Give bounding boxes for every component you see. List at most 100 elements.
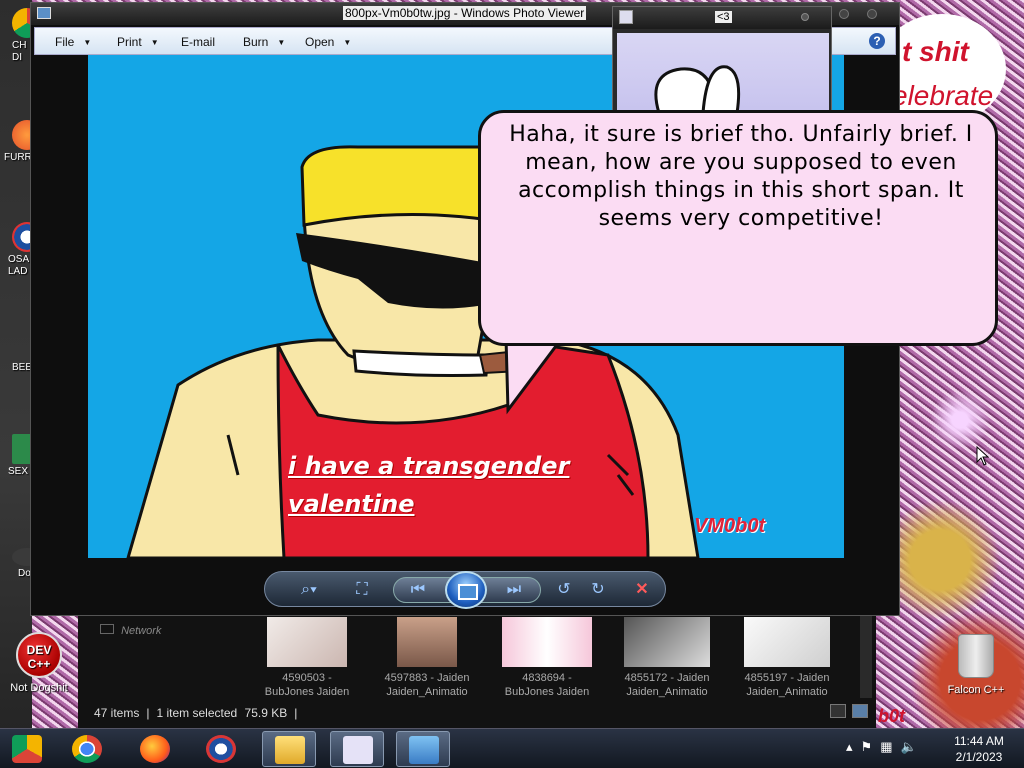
menu-email[interactable]: E-mail [181,35,215,49]
view-switcher [830,704,868,718]
dev-logo-line-2: C++ [27,657,51,671]
delete-icon[interactable]: ✕ [631,579,653,601]
thumbnail-name: 4838694 - [522,672,572,684]
thumbnail-name: 4590503 - [282,672,332,684]
desktop-icon-osa[interactable]: OSA LAD [0,222,32,278]
desktop-icon-dev-cpp[interactable]: DEV C++ Not Dogshit [0,628,78,694]
dev-logo-line-1: DEV [26,643,52,657]
chevron-down-icon: ▼ [277,38,286,47]
rotate-cw-icon[interactable]: ↻ [587,579,609,601]
thumbnail-image [744,617,830,667]
folder-icon [275,736,305,764]
status-item-count: 47 items [94,706,140,720]
file-thumbnail[interactable]: 4855172 - Jaiden Jaiden_Animatio [612,617,722,699]
chevron-down-icon: ▼ [83,38,92,47]
thumbnail-name: Jaiden_Animatio [626,686,708,698]
chat-titlebar[interactable]: <3 [613,7,831,29]
status-selected: 1 item selected [156,706,238,720]
status-size: 75.9 KB [244,706,288,720]
taskbar-bunny-chat[interactable] [330,731,384,767]
desktop-icon-label: OSA LAD [8,254,30,277]
photo-viewer-icon [409,736,439,764]
menu-label: E-mail [181,35,216,49]
network-status-icon[interactable]: ▦ [880,739,892,755]
volume-icon[interactable]: 🔈 [900,739,916,755]
menu-print[interactable]: Print ▼ [117,35,159,49]
chevron-down-icon: ▼ [343,38,352,47]
minimize-icon[interactable] [839,9,849,19]
chat-window: <3 [612,6,832,115]
clock-time: 11:44 AM [954,734,1004,748]
desktop-icon-sex[interactable]: SEX [0,434,32,477]
clock-date: 2/1/2023 [955,750,1003,764]
next-icon[interactable]: ⏭ [503,579,525,601]
menu-label: Print [117,35,142,49]
taskbar-photo-viewer[interactable] [396,731,450,767]
thumbnail-name: BubJones Jaiden [264,686,350,698]
thumbnail-image [624,617,710,667]
show-hidden-icons-icon[interactable]: ▴ [846,739,853,755]
thumbnail-name: 4855197 - Jaiden [744,672,830,684]
desktop-icon-label: CH DI [12,40,27,63]
thumbnail-name: 4855172 - Jaiden [624,672,710,684]
taskbar-clock[interactable]: 11:44 AM 2/1/2023 [946,733,1012,765]
file-thumbnail[interactable]: 4590503 - BubJones Jaiden [252,617,362,699]
firefox-icon[interactable] [140,735,170,763]
nav-network[interactable]: Network [100,624,161,637]
desktop-icon-label: Falcon C++ [947,684,1005,696]
menu-label: Open [305,35,335,49]
details-view-icon[interactable] [830,704,846,718]
desktop-icon-chrome[interactable]: CH DI [0,8,32,64]
taskbar-file-explorer[interactable] [262,731,316,767]
help-icon[interactable]: ? [869,33,885,49]
chrome-canary-icon[interactable] [12,735,42,763]
speech-bubble: Haha, it sure is brief tho. Unfairly bri… [478,110,998,346]
explorer-status-bar: 47 items | 1 item selected 75.9 KB | [94,706,298,720]
dev-cpp-logo-icon: DEV C++ [16,632,62,678]
thumbnail-view-icon[interactable] [852,704,868,718]
bunny-app-icon [619,10,633,24]
zoom-icon[interactable]: ⌕▾ [291,579,327,601]
menu-burn[interactable]: Burn ▼ [243,35,285,49]
caption-line-1: i have a transgender [288,452,570,480]
speech-bubble-text: Haha, it sure is brief tho. Unfairly bri… [509,122,973,231]
flag-icon[interactable]: ⚑ [861,739,873,755]
obama-logo-icon[interactable] [206,735,236,763]
explorer-window: Network 4590503 - BubJones Jaiden 459788… [78,612,876,728]
explorer-scrollbar[interactable] [860,612,872,698]
desktop-icon-falcon-cpp[interactable]: Falcon C++ [936,630,1016,696]
recycle-bin-icon [958,634,994,678]
desktop-icon-bee[interactable]: BEE [0,342,32,373]
menu-label: Burn [243,35,269,49]
menu-label: File [55,35,75,49]
menu-file[interactable]: File ▼ [55,35,91,49]
close-icon[interactable] [867,9,877,19]
thumbnail-name: BubJones Jaiden [504,686,590,698]
sign-line-1: t shit [902,36,969,67]
slideshow-icon[interactable] [445,571,487,609]
mouse-cursor-icon [976,446,990,466]
thumbnail-name: Jaiden_Animatio [386,686,468,698]
caption-line-2: valentine [288,490,415,518]
chat-content [617,33,829,115]
file-thumbnail[interactable]: 4597883 - Jaiden Jaiden_Animatio [372,617,482,699]
previous-icon[interactable]: ⏮ [407,579,429,601]
thumbnail-name: 4597883 - Jaiden [384,672,470,684]
thumbnail-image [502,617,592,667]
system-tray: ▴ ⚑ ▦ 🔈 [846,739,917,755]
rotate-ccw-icon[interactable]: ↺ [553,579,575,601]
fit-icon[interactable]: ⛶ [351,579,373,601]
file-thumbnail[interactable]: 4855197 - Jaiden Jaiden_Animatio [732,617,842,699]
bunny-icon [343,736,373,764]
desktop-icon-label: Not Dogshit [10,682,68,694]
desktop-icon-do[interactable]: Do [0,548,32,579]
chrome-icon[interactable] [72,735,102,763]
bunny-ears-icon [654,65,741,115]
menu-open[interactable]: Open ▼ [305,35,351,49]
image-caption: i have a transgender valentine [288,447,569,523]
file-thumbnail[interactable]: 4838694 - BubJones Jaiden [492,617,602,699]
chat-minimize-icon[interactable] [801,13,809,21]
desktop-icon-furr[interactable]: FURR [0,120,32,163]
desktop-icon-label: SEX [8,466,29,477]
artist-signature: VM0b0t [694,515,766,537]
